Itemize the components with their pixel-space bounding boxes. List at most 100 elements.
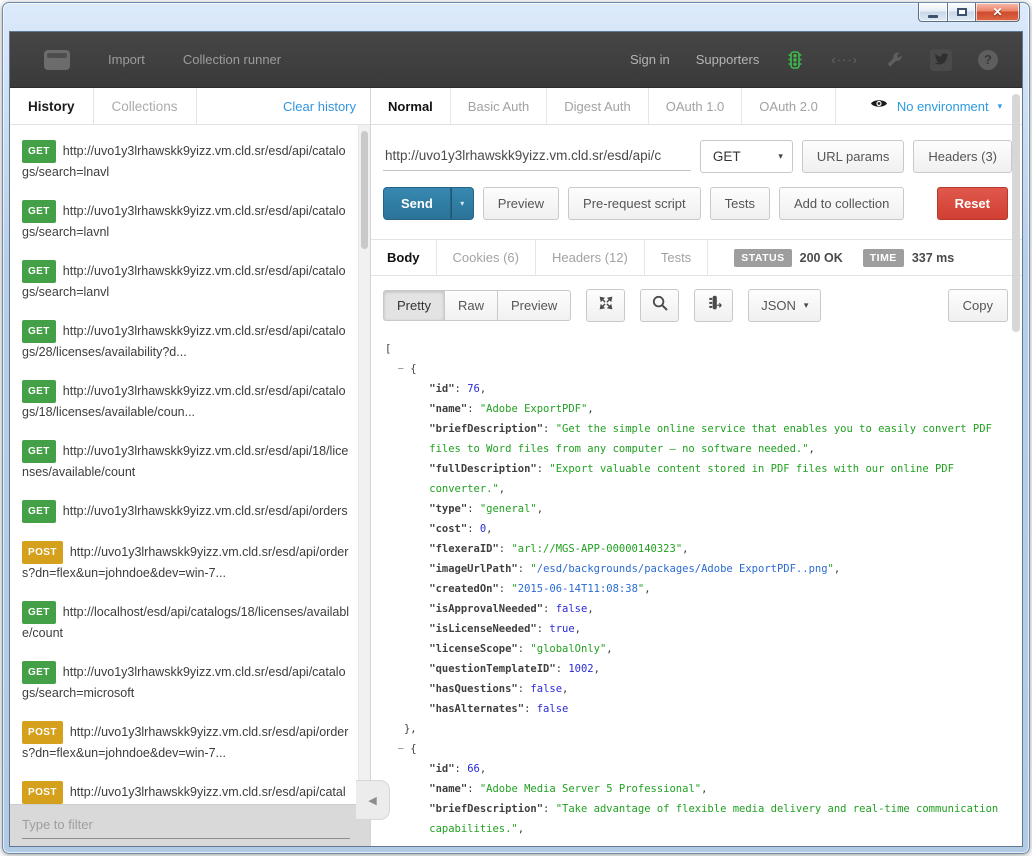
tab-body[interactable]: Body <box>371 240 437 275</box>
collection-runner-button[interactable]: Collection runner <box>183 52 281 67</box>
method-badge: GET <box>22 661 56 684</box>
copy-button[interactable]: Copy <box>948 289 1008 322</box>
code-brackets-icon[interactable]: ‹···› <box>831 52 858 67</box>
code-line: "imageUrlPath": "/esd/backgrounds/packag… <box>385 559 1012 579</box>
scrollbar-thumb[interactable] <box>1012 94 1020 332</box>
code-line: "id": 76, <box>385 379 1012 399</box>
clear-history-link[interactable]: Clear history <box>283 99 370 114</box>
add-to-collection-button[interactable]: Add to collection <box>779 187 904 220</box>
chevron-left-icon: ◀ <box>368 794 376 807</box>
send-button[interactable]: Send <box>383 187 451 220</box>
preview-button[interactable]: Preview <box>483 187 559 220</box>
help-icon[interactable]: ? <box>978 50 998 70</box>
tab-cookies[interactable]: Cookies (6) <box>437 240 536 275</box>
tab-normal[interactable]: Normal <box>371 88 451 124</box>
url-input[interactable] <box>383 143 691 171</box>
history-item[interactable]: POSThttp://uvo1y3lrhawskk9yizz.vm.cld.sr… <box>10 712 358 772</box>
code-line: }, <box>385 719 1012 739</box>
action-row: Send ▾ Preview Pre-request script Tests … <box>371 182 1022 233</box>
tab-headers[interactable]: Headers (12) <box>536 240 645 275</box>
url-row: GET ▾ URL params Headers (3) <box>371 125 1022 182</box>
code-line: "licenseScope": "globalOnly", <box>385 639 1012 659</box>
history-item[interactable]: GEThttp://uvo1y3lrhawskk9yizz.vm.cld.sr/… <box>10 371 358 431</box>
sidebar-collapse-handle[interactable]: ◀ <box>356 780 390 820</box>
method-badge: GET <box>22 601 56 624</box>
tests-button[interactable]: Tests <box>710 187 770 220</box>
tab-history[interactable]: History <box>10 88 94 124</box>
history-item[interactable]: GEThttp://uvo1y3lrhawskk9yizz.vm.cld.sr/… <box>10 431 358 491</box>
traffic-light-icon[interactable] <box>785 50 805 70</box>
code-line: "isLicenseNeeded": true, <box>385 619 1012 639</box>
url-params-button[interactable]: URL params <box>802 140 904 173</box>
history-item[interactable]: POSThttp://uvo1y3lrhawskk9yizz.vm.cld.sr… <box>10 532 358 592</box>
request-url: http://localhost/esd/api/catalogs/18/lic… <box>22 605 349 640</box>
filter-input[interactable] <box>22 810 350 839</box>
scrollbar-thumb[interactable] <box>361 131 368 249</box>
wrench-icon[interactable] <box>884 50 904 70</box>
supporters-button[interactable]: Supporters <box>696 52 760 67</box>
collections-drawer-icon[interactable] <box>44 50 70 70</box>
view-preview-button[interactable]: Preview <box>497 290 571 321</box>
expand-button[interactable] <box>586 289 625 322</box>
language-select[interactable]: JSON ▾ <box>748 289 821 322</box>
response-meta: STATUS 200 OK TIME 337 ms <box>734 240 966 275</box>
tab-collections[interactable]: Collections <box>94 88 197 124</box>
search-button[interactable] <box>640 289 679 322</box>
history-item[interactable]: GEThttp://uvo1y3lrhawskk9yizz.vm.cld.sr/… <box>10 311 358 371</box>
chevron-down-icon: ▾ <box>460 199 464 208</box>
status-badge: STATUS <box>734 249 791 267</box>
code-line: "createdOn": "2015-06-14T11:08:38", <box>385 579 1012 599</box>
code-line: "name": "Adobe ExportPDF", <box>385 399 1012 419</box>
tab-oauth-1[interactable]: OAuth 1.0 <box>649 88 743 124</box>
headers-button[interactable]: Headers (3) <box>913 140 1012 173</box>
view-pretty-button[interactable]: Pretty <box>383 290 444 321</box>
pre-request-script-button[interactable]: Pre-request script <box>568 187 701 220</box>
environment-selector[interactable]: No environment ▾ <box>870 88 1002 124</box>
request-url: http://uvo1y3lrhawskk9yizz.vm.cld.sr/esd… <box>22 204 346 239</box>
request-url: http://uvo1y3lrhawskk9yizz.vm.cld.sr/esd… <box>22 665 346 700</box>
minimize-button[interactable] <box>918 3 947 22</box>
close-button[interactable]: ✕ <box>975 3 1020 22</box>
sidebar-scrollbar[interactable] <box>358 125 370 804</box>
reset-button[interactable]: Reset <box>937 187 1008 220</box>
tab-basic-auth[interactable]: Basic Auth <box>451 88 547 124</box>
chevron-down-icon: ▾ <box>778 151 783 162</box>
method-badge: GET <box>22 260 56 283</box>
code-line: "cost": 0, <box>385 519 1012 539</box>
tab-digest-auth[interactable]: Digest Auth <box>547 88 649 124</box>
history-item[interactable]: GEThttp://localhost/esd/api/catalogs/18/… <box>10 592 358 652</box>
tab-tests[interactable]: Tests <box>645 240 708 275</box>
method-badge: GET <box>22 320 56 343</box>
method-select[interactable]: GET ▾ <box>700 140 793 173</box>
code-line: "hasAlternates": false <box>385 699 1012 719</box>
request-url: http://uvo1y3lrhawskk9yizz.vm.cld.sr/esd… <box>22 545 348 580</box>
request-url: http://uvo1y3lrhawskk9yizz.vm.cld.sr/esd… <box>22 324 346 359</box>
twitter-icon[interactable] <box>930 49 952 71</box>
import-button[interactable]: Import <box>108 52 145 67</box>
code-line: "isApprovalNeeded": false, <box>385 599 1012 619</box>
method-badge: GET <box>22 380 56 403</box>
code-line: "type": "general", <box>385 499 1012 519</box>
filter-bar <box>10 804 370 846</box>
auth-tabs: Normal Basic Auth Digest Auth OAuth 1.0 … <box>371 88 1022 125</box>
response-tabs: Body Cookies (6) Headers (12) Tests STAT… <box>371 239 1022 276</box>
history-item[interactable]: POSThttp://uvo1y3lrhawskk9yizz.vm.cld.sr… <box>10 772 358 804</box>
format-button[interactable] <box>694 289 733 322</box>
request-url: http://uvo1y3lrhawskk9yizz.vm.cld.sr/esd… <box>63 504 348 518</box>
send-options-button[interactable]: ▾ <box>451 187 474 220</box>
main-scrollbar[interactable] <box>1011 90 1021 844</box>
sign-in-button[interactable]: Sign in <box>630 52 670 67</box>
view-raw-button[interactable]: Raw <box>444 290 497 321</box>
response-body: [− {"id": 76,"name": "Adobe ExportPDF","… <box>371 331 1022 839</box>
code-line: − { <box>385 739 1012 759</box>
history-item[interactable]: GEThttp://uvo1y3lrhawskk9yizz.vm.cld.sr/… <box>10 251 358 311</box>
send-split-button: Send ▾ <box>383 187 474 220</box>
tab-oauth-2[interactable]: OAuth 2.0 <box>742 88 836 124</box>
history-item[interactable]: GEThttp://uvo1y3lrhawskk9yizz.vm.cld.sr/… <box>10 131 358 191</box>
history-item[interactable]: GEThttp://uvo1y3lrhawskk9yizz.vm.cld.sr/… <box>10 191 358 251</box>
history-item[interactable]: GEThttp://uvo1y3lrhawskk9yizz.vm.cld.sr/… <box>10 491 358 532</box>
maximize-button[interactable] <box>947 3 975 22</box>
window-content: Import Collection runner Sign in Support… <box>9 31 1023 847</box>
history-item[interactable]: GEThttp://uvo1y3lrhawskk9yizz.vm.cld.sr/… <box>10 652 358 712</box>
status-value: 200 OK <box>800 251 843 265</box>
